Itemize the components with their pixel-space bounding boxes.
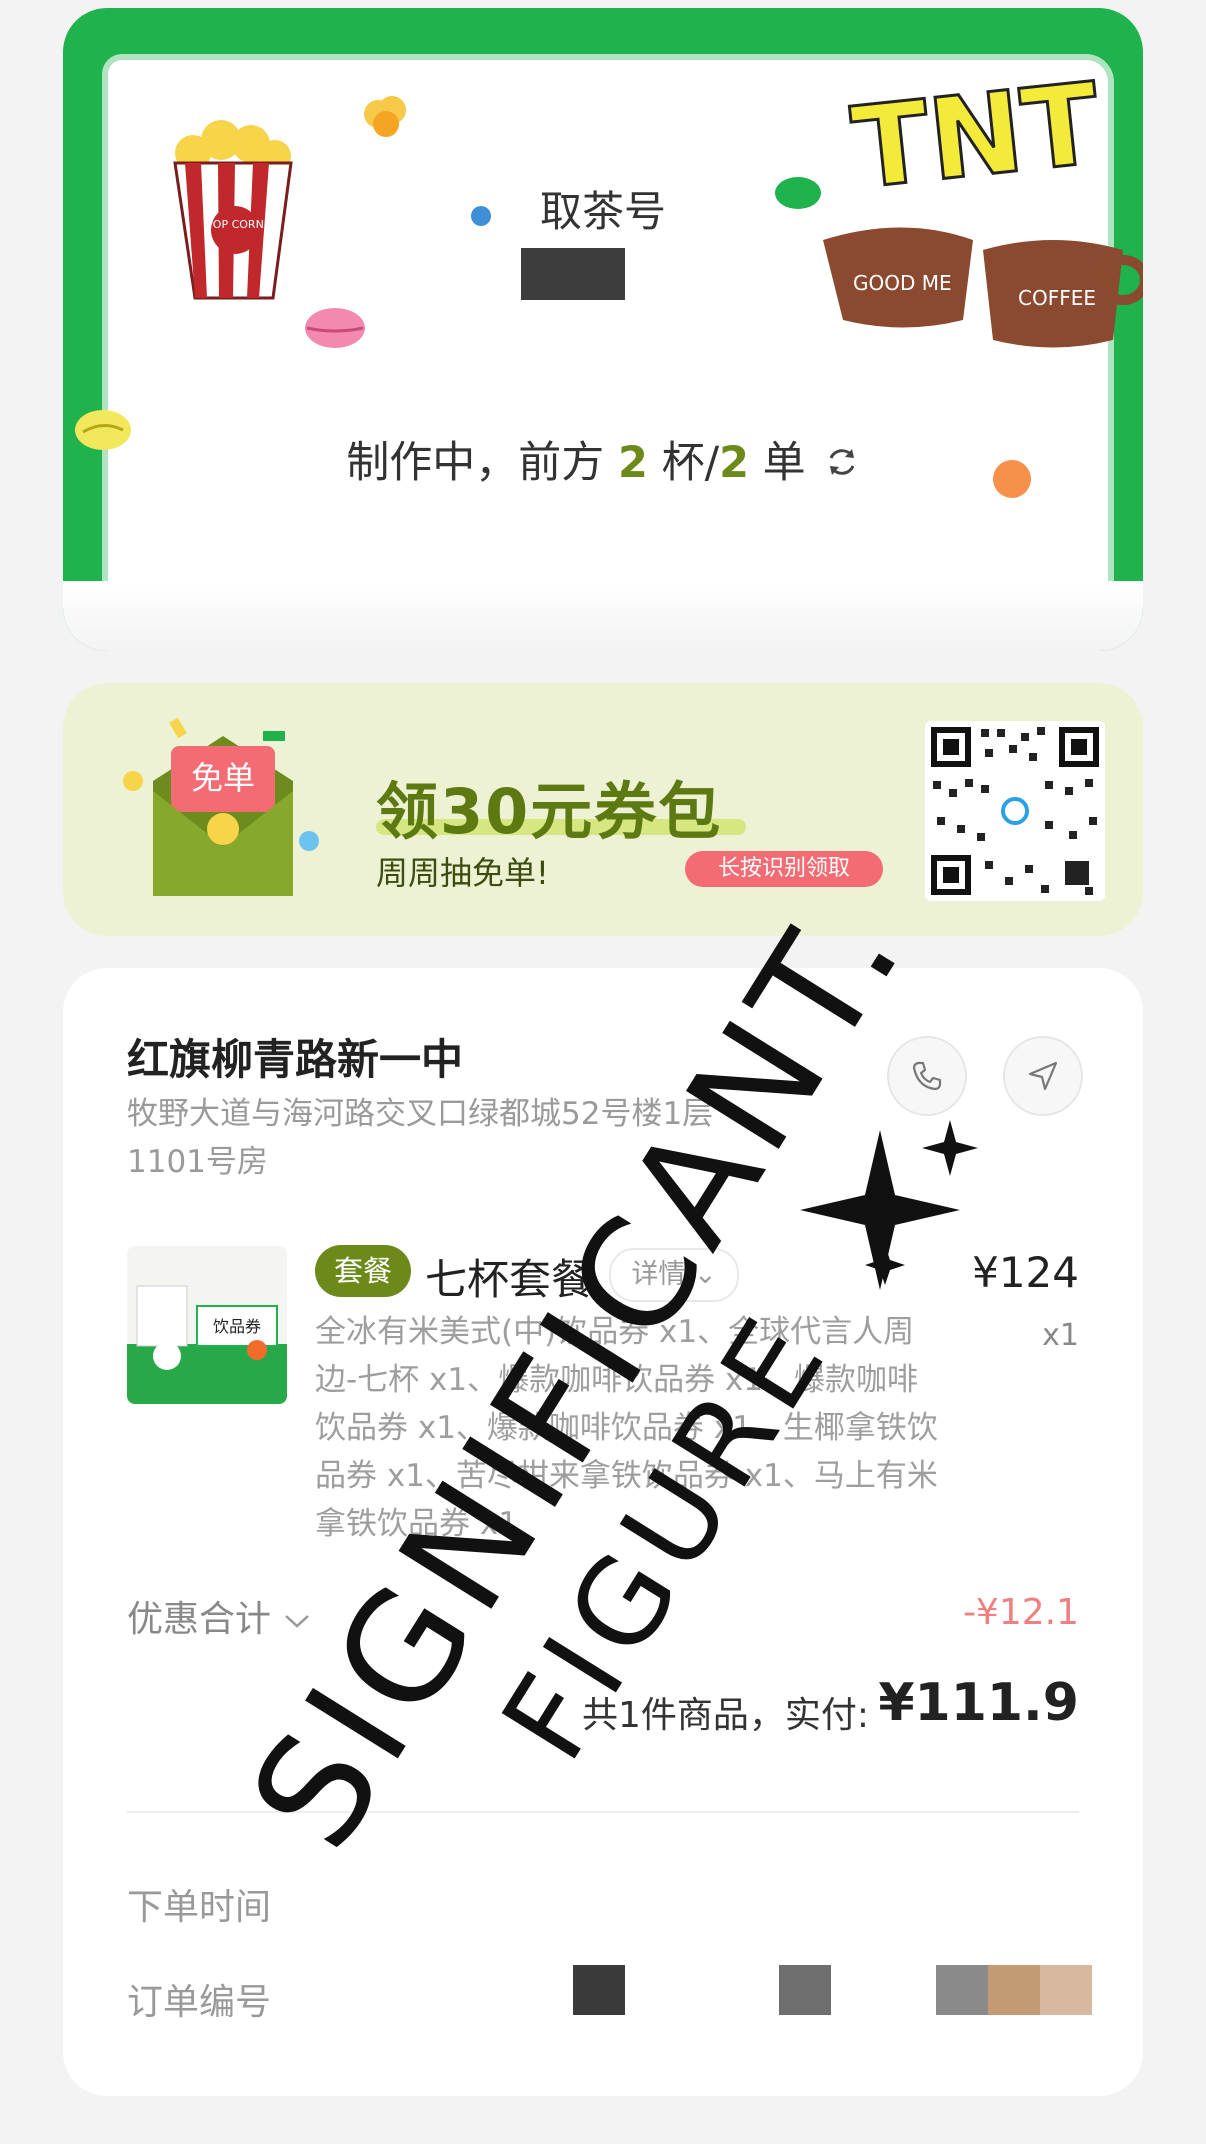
order-time-label: 下单时间	[127, 1887, 272, 1928]
product-name: 七杯套餐	[425, 1255, 594, 1304]
product-description: 全冰有米美式(中)饮品券 x1、全球代言人周边-七杯 x1、爆款咖啡饮品券 x1…	[315, 1314, 938, 1542]
product-price: ¥124	[972, 1248, 1079, 1297]
call-store-button[interactable]	[887, 1036, 967, 1116]
navigation-arrow-icon	[1028, 1061, 1058, 1091]
divider	[127, 1811, 1079, 1813]
order-number-label: 订单编号	[127, 1982, 272, 2023]
discount-value: -¥12.1	[962, 1592, 1079, 1633]
chevron-down-icon	[285, 1615, 310, 1628]
total-value: ¥111.9	[878, 1673, 1079, 1733]
pickup-card: POP CORN TNT GOOD ME COFFEE 取茶号 制作中，前方 2…	[63, 8, 1143, 651]
store-name: 红旗柳青路新一中	[127, 1035, 464, 1084]
total-label: 共1件商品，实付:	[581, 1695, 869, 1736]
order-card: 红旗柳青路新一中 牧野大道与海河路交叉口绿都城52号楼1层1101号房 饮品券 …	[63, 968, 1143, 2096]
queue-status: 制作中，前方 2 杯/2 单	[63, 428, 1143, 491]
queue-cups-count: 2	[617, 438, 648, 488]
order-number-redacted-2	[779, 1965, 831, 2015]
queue-cups-unit: 杯/	[661, 438, 720, 488]
chevron-down-icon: ⌄	[693, 1259, 717, 1290]
coupon-claim-button[interactable]: 长按识别领取	[685, 851, 883, 887]
coupon-claim-label: 长按识别领取	[717, 856, 850, 881]
order-number-redacted-1	[573, 1965, 625, 2015]
product-detail-button[interactable]: 详情 ⌄	[609, 1248, 739, 1302]
mug-text-1: GOOD ME	[853, 271, 952, 295]
queue-orders-count: 2	[719, 438, 749, 488]
queue-status-prefix: 制作中，前方	[346, 438, 605, 488]
pickup-number-label: 取茶号	[539, 187, 666, 236]
lips-icon	[305, 308, 365, 348]
refresh-icon[interactable]	[824, 441, 860, 491]
discount-label: 优惠合计	[127, 1599, 272, 1640]
order-number-redacted-4	[988, 1965, 1040, 2015]
product-detail-label: 详情	[631, 1259, 686, 1290]
phone-icon	[912, 1061, 942, 1091]
order-number-redacted-3	[936, 1965, 988, 2015]
store-address: 牧野大道与海河路交叉口绿都城52号楼1层1101号房	[127, 1096, 714, 1180]
mug-text-2: COFFEE	[1018, 286, 1096, 310]
discount-toggle[interactable]: 优惠合计	[127, 1590, 312, 1642]
navigate-button[interactable]	[1003, 1036, 1083, 1116]
combo-tag: 套餐	[315, 1245, 411, 1297]
coupon-subtitle: 周周抽免单!	[376, 854, 549, 892]
coupon-banner[interactable]: 免单 领30元券包 周周抽免单! 长按识别领取	[63, 683, 1143, 936]
pickup-number-redacted	[521, 248, 625, 300]
pickup-grass	[63, 581, 1143, 651]
product-image-text: 饮品券	[213, 1317, 261, 1336]
order-number-redacted-5	[1040, 1965, 1092, 2015]
product-quantity: x1	[1042, 1318, 1079, 1353]
queue-orders-unit: 单	[762, 438, 806, 488]
coffee-mugs-illustration: GOOD ME COFFEE	[823, 227, 1143, 348]
qr-code[interactable]	[925, 721, 1105, 901]
product-image: 饮品券	[127, 1246, 287, 1404]
qr-code-icon	[931, 727, 1099, 895]
envelope-text: 免单	[191, 759, 255, 797]
envelope-icon: 免单	[123, 717, 319, 896]
coupon-title: 领30元券包	[376, 775, 723, 848]
popcorn-kernel-icon	[364, 96, 406, 137]
